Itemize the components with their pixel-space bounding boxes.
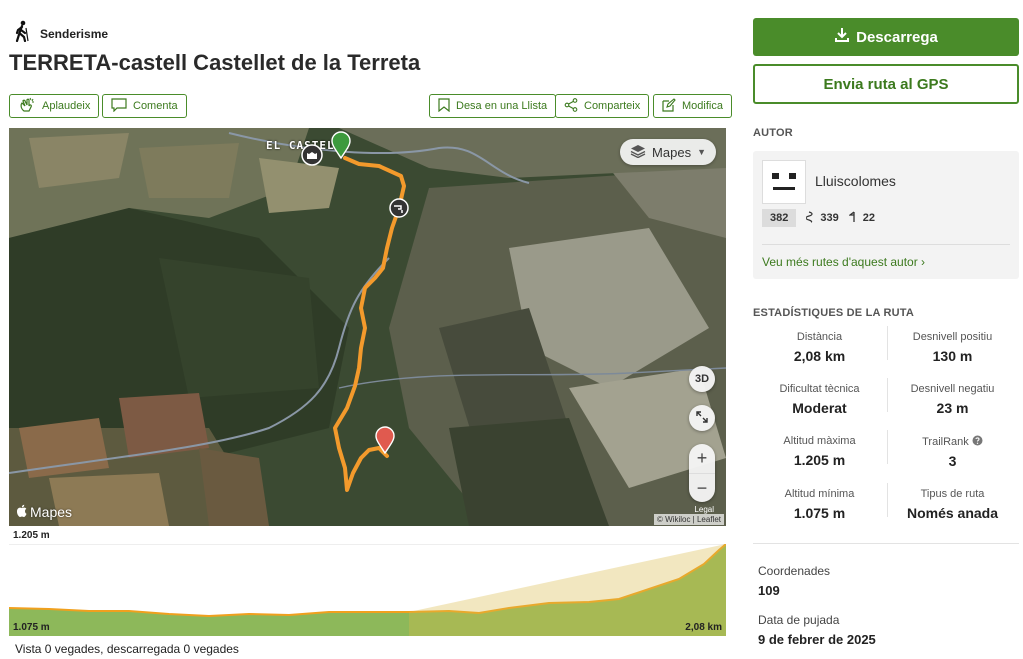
stat-difficulty: Dificultat tècnica Moderat [753, 383, 886, 416]
chevron-down-icon: ▼ [697, 147, 706, 157]
edit-icon [662, 97, 676, 115]
comment-icon [111, 97, 127, 115]
stat-min-altitude: Altitud mínima 1.075 m [753, 488, 886, 521]
elevation-distance-label: 2,08 km [685, 622, 722, 633]
edit-label: Modifica [682, 100, 723, 112]
avatar[interactable] [762, 160, 806, 204]
comment-label: Comenta [133, 100, 178, 112]
stats-heading: ESTADÍSTIQUES DE LA RUTA [753, 307, 915, 319]
author-rank-badge: 382 [762, 209, 797, 227]
water-poi-icon[interactable] [389, 198, 409, 223]
download-icon [834, 27, 850, 47]
flag-icon [847, 210, 859, 226]
coords-label: Coordenades [758, 564, 831, 578]
stat-value: 3 [948, 453, 957, 469]
bookmark-icon [438, 97, 450, 115]
expand-icon [696, 410, 708, 426]
fullscreen-button[interactable] [689, 405, 715, 431]
elevation-profile[interactable]: 1.205 m 1.075 m 2,08 km [9, 530, 726, 636]
stat-value: Només anada [906, 505, 999, 521]
author-name[interactable]: Lluiscolomes [815, 173, 896, 189]
hiker-icon [14, 20, 30, 47]
map-layer-label: Mapes [652, 144, 692, 160]
stat-value: 1.205 m [793, 452, 846, 468]
author-followers-count: 22 [862, 212, 875, 224]
layers-icon [630, 144, 646, 161]
stat-distance: Distància 2,08 km [753, 331, 886, 364]
stat-trailrank: TrailRank 3 [886, 435, 1019, 469]
more-routes-link[interactable]: Veu més rutes d'aquest autor › [762, 255, 925, 269]
elevation-min-label: 1.075 m [13, 622, 50, 633]
download-label: Descarrega [856, 28, 938, 46]
activity-label: Senderisme [40, 26, 109, 41]
edit-button[interactable]: Modifica [653, 94, 732, 118]
author-heading: AUTOR [753, 127, 793, 139]
author-card: Lluiscolomes 382 339 22 Veu més rutes d'… [753, 151, 1019, 279]
zoom-out-button[interactable]: − [689, 473, 715, 503]
applaud-label: Aplaudeix [42, 100, 91, 112]
share-icon [564, 97, 578, 115]
stat-label: Desnivell positiu [912, 331, 993, 343]
save-list-label: Desa en una Llista [456, 100, 548, 112]
stat-value: 1.075 m [793, 505, 846, 521]
applaud-button[interactable]: Aplaudeix [9, 94, 100, 118]
upload-date-value: 9 de febrer de 2025 [758, 632, 876, 647]
stat-route-type: Tipus de ruta Només anada [886, 488, 1019, 521]
start-marker-icon[interactable] [331, 131, 351, 164]
download-button[interactable]: Descarrega [753, 18, 1019, 56]
author-routes: 339 [805, 210, 839, 226]
map-brand: Mapes [16, 504, 73, 520]
route-icon [805, 210, 816, 226]
3d-button[interactable]: 3D [689, 366, 715, 392]
elevation-max-label: 1.205 m [13, 530, 50, 541]
apple-logo-icon [16, 504, 28, 520]
legal-link[interactable]: Legal [694, 505, 714, 514]
activity-type: Senderisme [14, 20, 108, 47]
stat-label: Desnivell negatiu [910, 383, 995, 395]
stat-label: Altitud màxima [783, 435, 856, 447]
stat-value: 2,08 km [793, 348, 846, 364]
views-count: Vista 0 vegades, descarregada 0 vegades [15, 642, 239, 656]
end-marker-icon[interactable] [375, 426, 395, 459]
share-label: Comparteix [584, 100, 641, 112]
help-icon[interactable] [972, 435, 983, 448]
stat-value: Moderat [792, 400, 847, 416]
map-attribution[interactable]: © Wikiloc | Leaflet [654, 514, 724, 525]
stat-max-altitude: Altitud màxima 1.205 m [753, 435, 886, 468]
page-title: TERRETA-castell Castellet de la Terreta [9, 50, 421, 75]
stat-label: Tipus de ruta [920, 488, 985, 500]
divider [762, 244, 1010, 245]
upload-date-label: Data de pujada [758, 613, 840, 627]
castle-poi-icon[interactable] [301, 144, 323, 171]
stat-label-row: TrailRank [886, 435, 1019, 448]
author-routes-count: 339 [820, 212, 839, 224]
satellite-imagery [9, 128, 726, 526]
stat-label: Distància [796, 331, 843, 343]
stat-value: 23 m [936, 400, 969, 416]
divider [753, 543, 1019, 544]
stat-label: Altitud mínima [784, 488, 855, 500]
map-brand-label: Mapes [30, 504, 73, 520]
zoom-control: + − [689, 444, 715, 502]
stat-value: 130 m [932, 348, 973, 364]
coords-value: 109 [758, 583, 780, 598]
send-gps-button[interactable]: Envia ruta al GPS [753, 64, 1019, 104]
stat-label: Dificultat tècnica [779, 383, 860, 395]
save-list-button[interactable]: Desa en una Llista [429, 94, 557, 118]
route-map[interactable]: EL CASTELLE Mapes ▼ 3D + − Mapes Legal ©… [9, 128, 726, 526]
stat-elevation-loss: Desnivell negatiu 23 m [886, 383, 1019, 416]
author-stats: 382 339 22 [762, 209, 875, 227]
author-followers: 22 [847, 210, 875, 226]
stat-label: TrailRank [922, 436, 969, 448]
stat-elevation-gain: Desnivell positiu 130 m [886, 331, 1019, 364]
elevation-chart [9, 544, 726, 636]
map-layer-button[interactable]: Mapes ▼ [620, 139, 716, 165]
comment-button[interactable]: Comenta [102, 94, 187, 118]
share-button[interactable]: Comparteix [555, 94, 650, 118]
clap-icon [18, 97, 36, 116]
zoom-in-button[interactable]: + [689, 444, 715, 473]
